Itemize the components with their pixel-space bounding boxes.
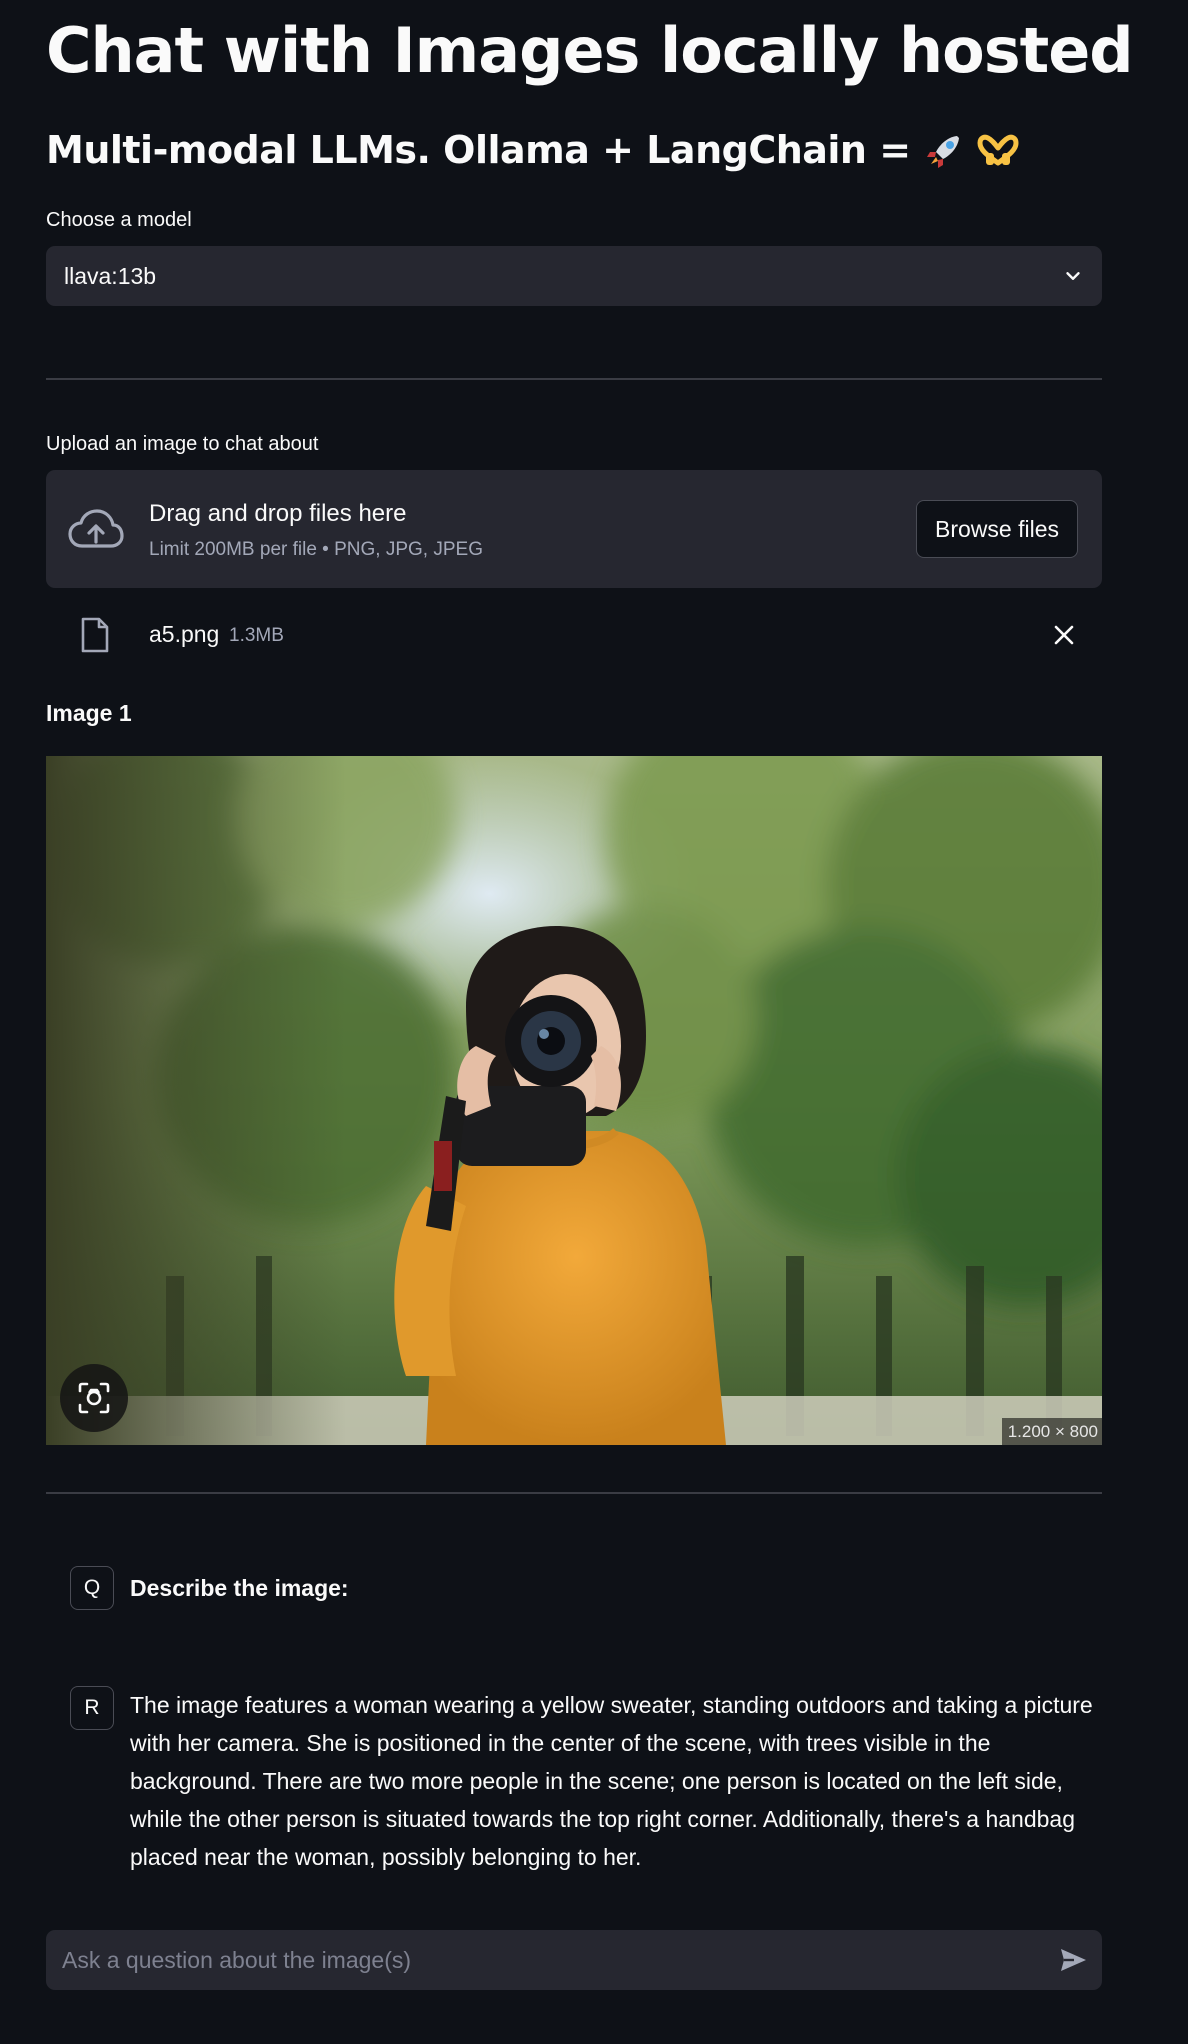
question-text: Describe the image: <box>130 1575 349 1601</box>
image-caption: Image 1 <box>46 700 132 726</box>
heart-hands-emoji-icon <box>976 128 1020 172</box>
model-select-label: Choose a model <box>46 209 192 231</box>
browse-files-button[interactable]: Browse files <box>916 500 1078 558</box>
file-dropzone[interactable]: Drag and drop files here Limit 200MB per… <box>46 470 1102 588</box>
chat-input-box[interactable] <box>46 1930 1102 1990</box>
dropzone-title: Drag and drop files here <box>149 500 407 527</box>
chevron-down-icon <box>1066 272 1080 280</box>
file-size: 1.3MB <box>229 625 284 646</box>
chat-message-question: Q Describe the image: <box>46 1566 1102 1614</box>
file-icon <box>81 617 109 653</box>
page-title: Chat with Images locally hosted <box>46 14 1134 87</box>
response-avatar: R <box>70 1686 114 1730</box>
section-divider <box>46 378 1102 380</box>
subtitle-text: Multi-modal LLMs. Ollama + LangChain = <box>46 128 924 172</box>
chat-input-field[interactable] <box>60 1945 1048 1975</box>
camera-search-button[interactable] <box>60 1364 128 1432</box>
close-icon[interactable] <box>1052 623 1076 647</box>
image-dimensions: 1.200 × 800 <box>1001 1418 1102 1445</box>
dropzone-limits: Limit 200MB per file • PNG, JPG, JPEG <box>149 539 483 560</box>
chat-message-response: R The image features a woman wearing a y… <box>46 1686 1102 1886</box>
rocket-emoji-icon <box>923 128 976 172</box>
cloud-upload-icon <box>68 509 124 548</box>
send-icon[interactable] <box>1058 1945 1088 1975</box>
file-name: a5.png <box>149 621 220 647</box>
question-avatar: Q <box>70 1566 114 1610</box>
model-select-value: llava:13b <box>64 262 157 289</box>
uploaded-image: 1.200 × 800 <box>46 756 1102 1445</box>
photo-woman-with-camera <box>46 756 1102 1445</box>
response-text: The image features a woman wearing a yel… <box>130 1692 1093 1870</box>
camera-search-icon <box>78 1382 110 1414</box>
model-select[interactable]: llava:13b <box>46 246 1102 306</box>
page-subtitle: Multi-modal LLMs. Ollama + LangChain = <box>46 128 1020 172</box>
uploaded-file-item: a5.png 1.3MB <box>46 612 1102 658</box>
section-divider <box>46 1492 1102 1494</box>
uploader-label: Upload an image to chat about <box>46 433 319 455</box>
app-page: Chat with Images locally hosted Multi-mo… <box>0 0 1188 2044</box>
